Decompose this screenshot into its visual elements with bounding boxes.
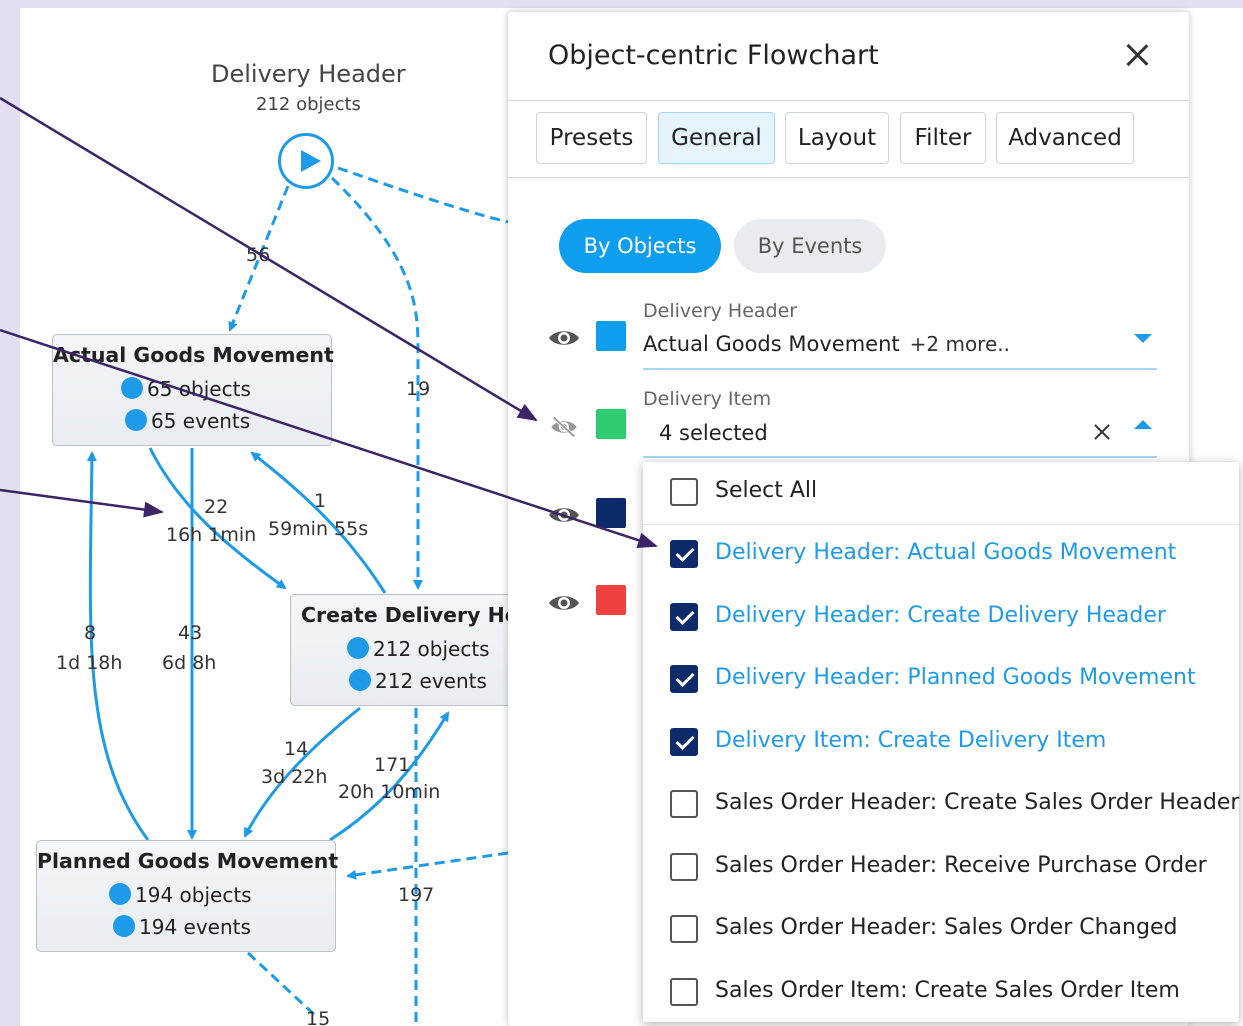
eye-off-icon[interactable] [548, 416, 580, 438]
option-label: Sales Order Header: Create Sales Order H… [715, 790, 1240, 815]
option-label: Sales Order Header: Receive Purchase Ord… [715, 852, 1207, 878]
edge-label: 171 [374, 754, 411, 776]
color-swatch[interactable] [596, 585, 626, 615]
panel-title: Object-centric Flowchart [548, 40, 879, 71]
eye-icon[interactable] [548, 504, 580, 526]
node-objects: 65 objects [121, 377, 251, 401]
activity-option[interactable]: Sales Order Header: Receive Purchase Ord… [643, 837, 1239, 899]
tab-advanced[interactable]: Advanced [996, 112, 1134, 164]
edge-label: 20h 10min [338, 781, 441, 803]
object-type-label: Delivery Item [643, 388, 772, 410]
edge-label: 43 [178, 622, 203, 644]
checkbox[interactable] [670, 977, 698, 1006]
edge-label: 15 [306, 1008, 331, 1026]
select-underline [643, 456, 1157, 458]
checkbox[interactable] [670, 915, 698, 943]
object-dot-icon [121, 377, 143, 399]
edge-planned-to-actual [86, 451, 150, 841]
start-node-title: Delivery Header [211, 60, 406, 88]
activity-option[interactable]: Delivery Header: Create Delivery Header [643, 587, 1239, 649]
edge-actual-to-create [148, 447, 287, 590]
checkbox-checked[interactable] [670, 540, 698, 568]
object-dot-icon [347, 637, 369, 659]
node-title: Actual Goods Movement [53, 343, 334, 367]
edge-to-planned [346, 851, 509, 880]
start-node-subtitle: 212 objects [256, 94, 361, 115]
edge-label: 197 [398, 884, 435, 906]
divider [508, 100, 1189, 101]
activity-select[interactable]: Actual Goods Movement +2 more.. [643, 332, 1010, 356]
chevron-up-icon[interactable] [1134, 420, 1152, 429]
node-planned-goods-movement[interactable]: Planned Goods Movement 194 objects 194 e… [36, 840, 339, 952]
checkbox[interactable] [670, 478, 698, 506]
option-label: Select All [715, 478, 818, 503]
select-underline [643, 368, 1157, 370]
node-create-delivery-header[interactable]: Create Delivery Hea 212 objects 212 even… [290, 594, 533, 706]
event-dot-icon [125, 409, 147, 431]
checkbox[interactable] [670, 790, 698, 818]
option-label: Delivery Item: Create Delivery Item [715, 727, 1107, 753]
checkbox-checked[interactable] [670, 665, 698, 693]
tab-presets[interactable]: Presets [536, 112, 647, 164]
edge-label: 19 [406, 378, 431, 400]
edge-label: 56 [246, 244, 271, 266]
activity-option[interactable]: Delivery Header: Actual Goods Movement [643, 524, 1239, 586]
edge-label: 1d 18h [56, 652, 123, 674]
activity-option[interactable]: Sales Order Item: Create Sales Order Ite… [643, 962, 1239, 1024]
by-events-toggle[interactable]: By Events [734, 219, 886, 273]
activity-select[interactable]: 4 selected [659, 421, 768, 445]
node-events: 65 events [125, 409, 250, 433]
activity-option[interactable]: Sales Order Header: Sales Order Changed [643, 899, 1239, 961]
option-label: Sales Order Header: Sales Order Changed [715, 915, 1178, 940]
tab-layout[interactable]: Layout [785, 112, 889, 164]
edge-label: 22 [204, 496, 229, 518]
activity-option[interactable]: Delivery Item: Create Delivery Item [643, 712, 1239, 774]
tab-general[interactable]: General [658, 112, 775, 164]
edge-label: 16h 1min [166, 524, 257, 546]
activity-option[interactable]: Delivery Header: Planned Goods Movement [643, 649, 1239, 711]
eye-icon[interactable] [548, 327, 580, 349]
edge-label: 8 [84, 622, 97, 644]
activity-dropdown-list: Select All Delivery Header: Actual Goods… [643, 462, 1239, 1022]
tab-filter[interactable]: Filter [900, 112, 986, 164]
edge-label: 3d 22h [261, 766, 328, 788]
event-dot-icon [113, 915, 135, 937]
option-label: Delivery Header: Actual Goods Movement [715, 540, 1177, 565]
by-objects-toggle[interactable]: By Objects [559, 219, 721, 273]
edge-label: 1 [314, 490, 327, 512]
option-label: Delivery Header: Planned Goods Movement [715, 665, 1196, 690]
event-dot-icon [349, 669, 371, 691]
object-type-label: Delivery Header [643, 300, 798, 322]
node-events: 194 events [113, 915, 251, 939]
color-swatch[interactable] [596, 409, 626, 439]
node-actual-goods-movement[interactable]: Actual Goods Movement 65 objects 65 even… [52, 334, 334, 446]
activity-option[interactable]: Sales Order Header: Create Sales Order H… [643, 774, 1239, 836]
chevron-down-icon[interactable] [1134, 334, 1152, 343]
color-swatch[interactable] [596, 321, 626, 351]
option-label: Sales Order Item: Create Sales Order Ite… [715, 977, 1180, 1003]
node-objects: 194 objects [109, 883, 252, 907]
edge-label: 14 [284, 738, 309, 760]
eye-icon[interactable] [548, 592, 580, 614]
object-dot-icon [109, 883, 131, 905]
checkbox-checked[interactable] [670, 602, 698, 631]
node-title: Create Delivery Hea [301, 603, 533, 627]
color-swatch[interactable] [596, 498, 626, 528]
divider [508, 177, 1189, 178]
edge-start-right [337, 166, 509, 224]
node-objects: 212 objects [347, 637, 490, 661]
clear-icon[interactable] [1092, 422, 1112, 442]
start-node-play-icon[interactable] [278, 133, 334, 189]
node-events: 212 events [349, 669, 487, 693]
node-title: Planned Goods Movement [37, 849, 339, 873]
close-icon[interactable] [1120, 38, 1154, 72]
edge-label: 59min 55s [268, 518, 369, 540]
edge-label: 6d 8h [162, 652, 217, 674]
edge-planned-to-create [329, 711, 450, 842]
checkbox-checked[interactable] [670, 727, 698, 756]
option-label: Delivery Header: Create Delivery Header [715, 602, 1166, 628]
checkbox[interactable] [670, 852, 698, 881]
select-all-option[interactable]: Select All [643, 462, 1239, 525]
